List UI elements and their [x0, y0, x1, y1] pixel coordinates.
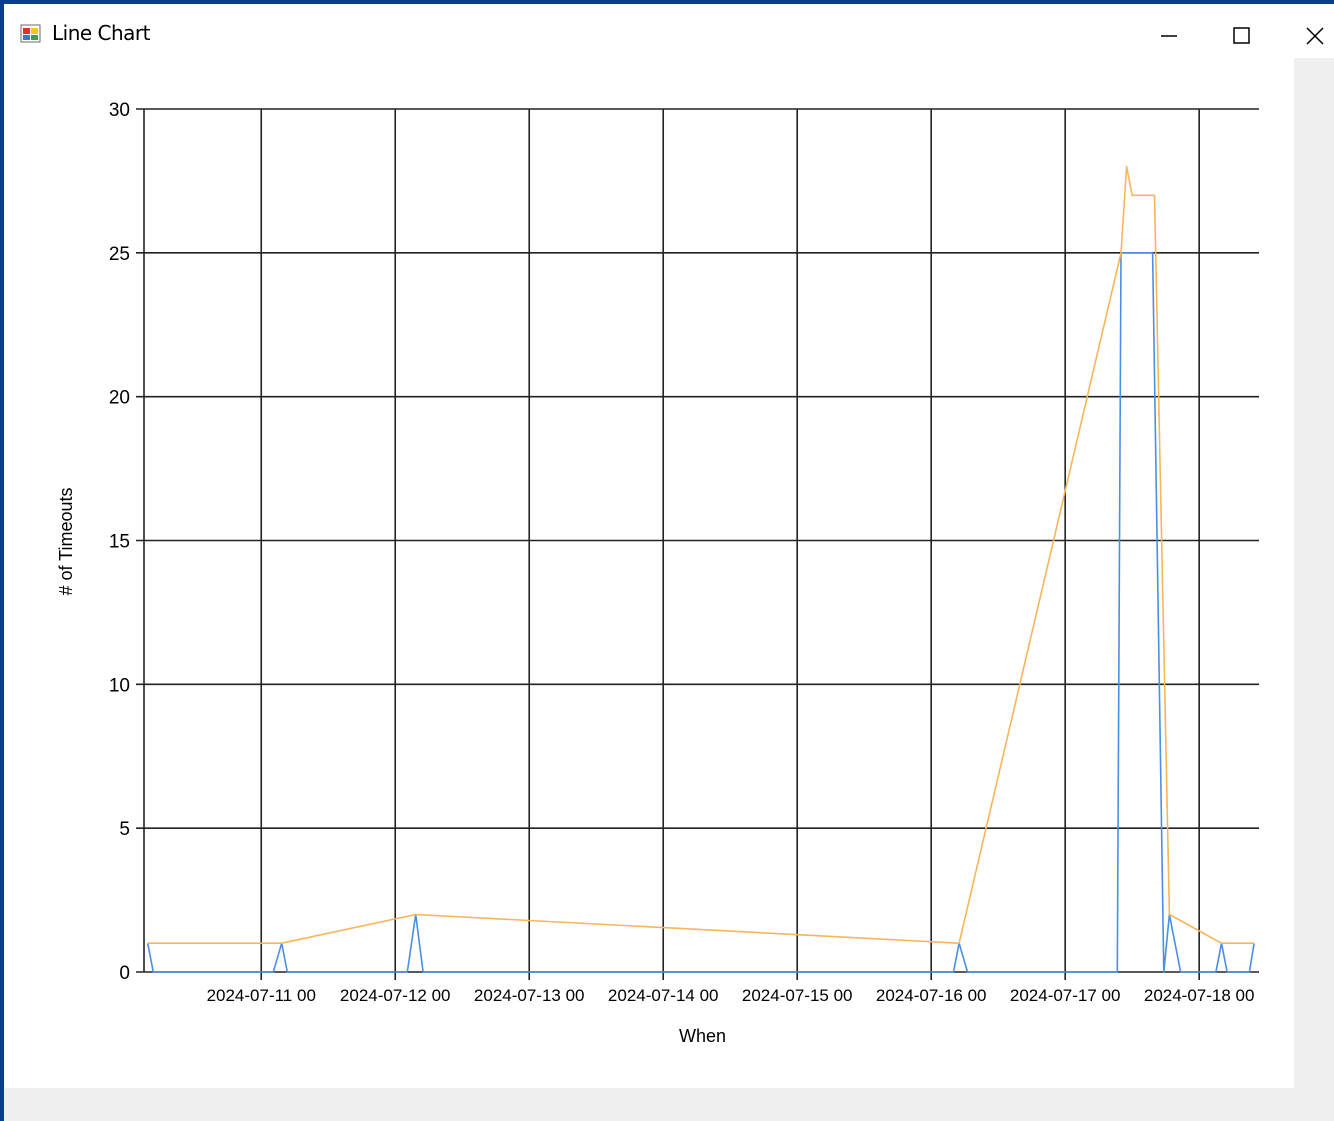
x-axis-title: When — [679, 1026, 726, 1046]
y-tick-label: 5 — [119, 819, 130, 840]
x-tick-label: 2024-07-12 00 — [340, 986, 451, 1005]
x-tick-label: 2024-07-13 00 — [474, 986, 585, 1005]
close-icon — [1292, 12, 1334, 56]
window-title: Line Chart — [52, 21, 151, 45]
y-tick-label: 30 — [109, 100, 130, 121]
x-tick-label: 2024-07-16 00 — [876, 986, 987, 1005]
y-tick-label: 0 — [119, 963, 130, 984]
close-button[interactable] — [1292, 12, 1334, 56]
chart-window: Line Chart 0 5 10 15 20 25 30 2024-07-11 00 2024… — [0, 0, 1334, 1121]
y-tick-label: 20 — [109, 388, 130, 409]
maximize-button[interactable] — [1219, 12, 1263, 56]
minimize-icon — [1147, 12, 1191, 56]
series-line-2 — [147, 165, 1255, 945]
y-tick-label: 15 — [109, 532, 130, 553]
window-edge-strip — [1294, 62, 1334, 1092]
minimize-button[interactable] — [1147, 12, 1191, 56]
series-line-1 — [146, 252, 1255, 973]
line-chart: 0 5 10 15 20 25 30 2024-07-11 00 2024-07-12 00 20… — [56, 100, 1259, 1046]
y-tick-label: 25 — [109, 244, 130, 265]
maximize-icon — [1219, 12, 1263, 56]
x-tick-label: 2024-07-18 00 — [1144, 986, 1255, 1005]
chart-app-icon — [20, 22, 42, 44]
x-tick-label: 2024-07-17 00 — [1010, 986, 1121, 1005]
y-axis-title: # of Timeouts — [56, 487, 76, 595]
x-tick-label: 2024-07-15 00 — [742, 986, 853, 1005]
chart-area: 0 5 10 15 20 25 30 2024-07-11 00 2024-07-12 00 20… — [4, 58, 1294, 1088]
x-tick-label: 2024-07-11 00 — [207, 986, 316, 1005]
x-tick-label: 2024-07-14 00 — [608, 986, 719, 1005]
title-bar[interactable]: Line Chart — [4, 4, 1334, 58]
y-tick-label: 10 — [109, 675, 130, 696]
